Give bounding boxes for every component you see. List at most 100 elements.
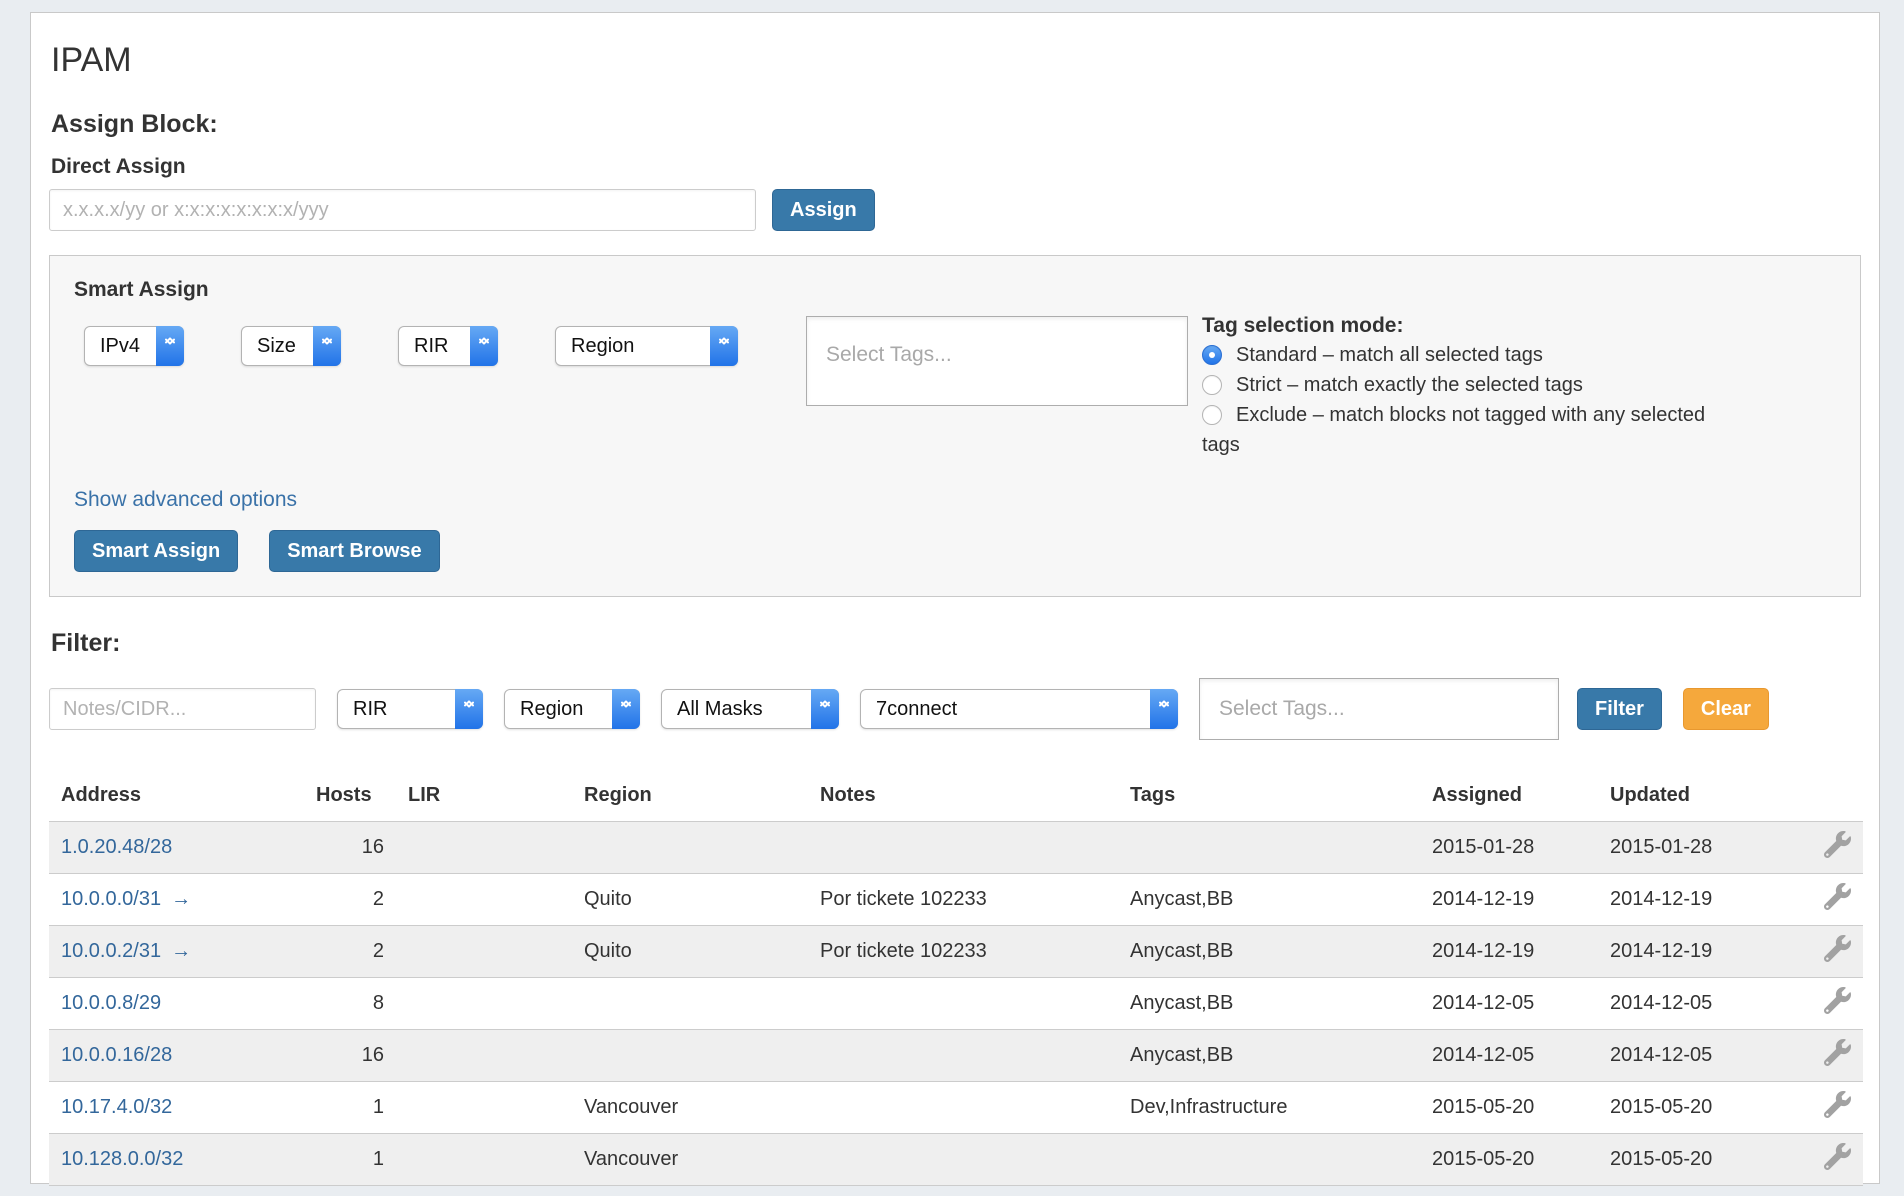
advanced-options-row: Show advanced options [74,488,1844,512]
filter-heading: Filter: [51,629,1861,658]
assigned-cell: 2014-12-05 [1420,978,1598,1030]
assign-button[interactable]: Assign [772,189,875,231]
hosts-cell: 1 [304,1134,396,1186]
filter-resource-select[interactable]: 7connect [860,689,1178,729]
wrench-icon[interactable] [1824,1143,1851,1170]
select-stepper-icon [470,326,498,366]
radio-unselected-icon[interactable] [1202,405,1222,425]
direct-assign-row: Assign [49,189,1861,231]
sub-assignment-arrow-icon[interactable]: → [171,940,191,962]
address-cell: 10.128.0.0/32 [49,1134,304,1186]
smart-buttons-row: Smart Assign Smart Browse [74,530,1844,572]
tag-mode-radio-option[interactable]: Strict – match exactly the selected tags [1202,370,1747,400]
wrench-icon[interactable] [1824,1091,1851,1118]
actions-cell [1780,822,1863,874]
radio-selected-icon[interactable] [1202,345,1222,365]
filter-region-select-value: Region [520,698,583,721]
notes-cidr-input[interactable] [49,688,316,730]
address-cell: 10.0.0.0/31 → [49,874,304,926]
col-header-assigned: Assigned [1420,776,1598,822]
filter-button[interactable]: Filter [1577,688,1662,730]
updated-cell: 2015-01-28 [1598,822,1780,874]
direct-assign-label: Direct Assign [51,155,1861,179]
address-link[interactable]: 10.17.4.0/32 [61,1096,172,1118]
select-stepper-icon [1150,689,1178,729]
select-stepper-icon [156,326,184,366]
select-stepper-icon [811,689,839,729]
select-stepper-icon [612,689,640,729]
col-header-region: Region [572,776,808,822]
assigned-cell: 2015-05-20 [1420,1082,1598,1134]
address-link[interactable]: 10.0.0.8/29 [61,992,161,1014]
actions-cell [1780,1082,1863,1134]
table-row: 10.0.0.16/28 16 Anycast,BB 2014-12-05 20… [49,1030,1863,1082]
address-link[interactable]: 10.128.0.0/32 [61,1148,183,1170]
address-link[interactable]: 1.0.20.48/28 [61,836,172,858]
smart-assign-controls: IPv4 Size RIR Region Select Tags... [66,302,1844,460]
notes-cell: Por tickete 102233 [808,874,1118,926]
table-row: 10.0.0.8/29 8 Anycast,BB 2014-12-05 2014… [49,978,1863,1030]
filter-rir-select-value: RIR [353,698,387,721]
col-header-tags: Tags [1118,776,1420,822]
wrench-icon[interactable] [1824,987,1851,1014]
wrench-icon[interactable] [1824,1039,1851,1066]
region-select-value: Region [571,335,634,358]
hosts-cell: 8 [304,978,396,1030]
table-row: 10.128.0.0/32 1 Vancouver 2015-05-20 201… [49,1134,1863,1186]
region-select[interactable]: Region [555,326,738,366]
actions-cell [1780,1134,1863,1186]
address-link[interactable]: 10.0.0.0/31 [61,888,161,910]
address-link[interactable]: 10.0.0.16/28 [61,1044,172,1066]
updated-cell: 2015-05-20 [1598,1082,1780,1134]
hosts-cell: 2 [304,874,396,926]
smart-assign-panel: Smart Assign IPv4 Size RIR Region [49,255,1861,597]
lir-cell [396,926,572,978]
size-select[interactable]: Size [241,326,341,366]
address-cell: 1.0.20.48/28 [49,822,304,874]
tag-mode-radio-option[interactable]: Standard – match all selected tags [1202,340,1747,370]
filter-tags-input[interactable]: Select Tags... [1199,678,1559,740]
filter-rir-select[interactable]: RIR [337,689,483,729]
sub-assignment-arrow-icon[interactable]: → [171,888,191,910]
col-header-actions [1780,776,1863,822]
radio-unselected-icon[interactable] [1202,375,1222,395]
col-header-notes: Notes [808,776,1118,822]
region-cell [572,978,808,1030]
ip-version-select[interactable]: IPv4 [84,326,184,366]
smart-assign-button[interactable]: Smart Assign [74,530,238,572]
wrench-icon[interactable] [1824,831,1851,858]
filter-masks-select[interactable]: All Masks [661,689,839,729]
address-link[interactable]: 10.0.0.2/31 [61,940,161,962]
assigned-cell: 2014-12-19 [1420,926,1598,978]
region-cell: Vancouver [572,1134,808,1186]
rir-select[interactable]: RIR [398,326,498,366]
wrench-icon[interactable] [1824,935,1851,962]
select-stepper-icon [313,326,341,366]
tag-mode-radio-option[interactable]: Exclude – match blocks not tagged with a… [1202,400,1747,460]
updated-cell: 2015-05-20 [1598,1134,1780,1186]
show-advanced-options-link[interactable]: Show advanced options [74,488,297,511]
hosts-cell: 2 [304,926,396,978]
actions-cell [1780,926,1863,978]
filter-region-select[interactable]: Region [504,689,640,729]
notes-cell: Por tickete 102233 [808,926,1118,978]
tag-mode-heading: Tag selection mode: [1202,312,1747,340]
smart-browse-button[interactable]: Smart Browse [269,530,440,572]
table-row: 10.0.0.0/31→ 2 Quito Por tickete 102233 … [49,874,1863,926]
blocks-table: Address Hosts LIR Region Notes Tags Assi… [49,776,1863,1186]
rir-select-value: RIR [414,335,448,358]
col-header-lir: LIR [396,776,572,822]
direct-assign-input[interactable] [49,189,756,231]
lir-cell [396,978,572,1030]
smart-tags-input[interactable]: Select Tags... [806,316,1188,406]
hosts-cell: 1 [304,1082,396,1134]
size-select-value: Size [257,335,296,358]
clear-button[interactable]: Clear [1683,688,1769,730]
table-row: 1.0.20.48/28 16 2015-01-28 2015-01-28 [49,822,1863,874]
hosts-cell: 16 [304,1030,396,1082]
updated-cell: 2014-12-19 [1598,926,1780,978]
ip-version-select-value: IPv4 [100,335,140,358]
col-header-address: Address [49,776,304,822]
wrench-icon[interactable] [1824,883,1851,910]
filter-masks-select-value: All Masks [677,698,763,721]
